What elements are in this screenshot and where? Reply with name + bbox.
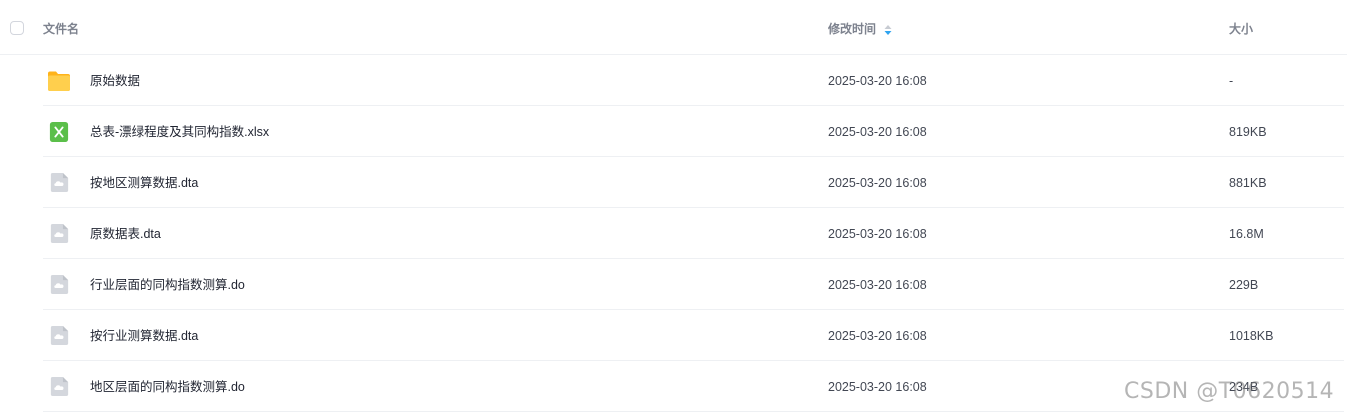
file-row[interactable]: 原始数据 2025-03-20 16:08 - [0,55,1347,106]
file-row[interactable]: 原数据表.dta 2025-03-20 16:08 16.8M [0,208,1347,259]
sort-icon[interactable] [884,24,892,36]
file-row[interactable]: 按行业测算数据.dta 2025-03-20 16:08 1018KB [0,310,1347,361]
column-header-size[interactable]: 大小 [1229,22,1253,36]
file-list-header: 文件名 修改时间 大小 [0,0,1347,55]
file-size: 1018KB [1229,329,1274,343]
file-name[interactable]: 地区层面的同构指数测算.do [90,379,245,395]
file-size: 881KB [1229,176,1267,190]
folder-icon [47,70,70,94]
file-size: 16.8M [1229,227,1264,241]
file-name[interactable]: 总表-漂绿程度及其同构指数.xlsx [90,124,269,140]
file-size: - [1229,74,1234,88]
file-modified-time: 2025-03-20 16:08 [828,380,927,394]
select-all-checkbox[interactable] [10,21,24,35]
file-modified-time: 2025-03-20 16:08 [828,329,927,343]
generic-file-icon [50,223,72,247]
generic-file-icon [50,172,72,196]
file-size: 819KB [1229,125,1267,139]
watermark: CSDN @T0620514 [1124,379,1335,404]
excel-file-icon [49,121,71,145]
file-modified-time: 2025-03-20 16:08 [828,125,927,139]
file-row[interactable]: 按地区测算数据.dta 2025-03-20 16:08 881KB [0,157,1347,208]
generic-file-icon [50,274,72,298]
file-name[interactable]: 按行业测算数据.dta [90,328,198,344]
file-name[interactable]: 原数据表.dta [90,226,161,242]
file-modified-time: 2025-03-20 16:08 [828,278,927,292]
column-header-modified-time[interactable]: 修改时间 [828,22,876,36]
row-divider [43,411,1344,412]
file-name[interactable]: 原始数据 [90,73,140,89]
file-modified-time: 2025-03-20 16:08 [828,227,927,241]
generic-file-icon [50,376,72,400]
file-row[interactable]: 总表-漂绿程度及其同构指数.xlsx 2025-03-20 16:08 819KB [0,106,1347,157]
file-size: 229B [1229,278,1259,292]
generic-file-icon [50,325,72,349]
file-modified-time: 2025-03-20 16:08 [828,74,927,88]
file-name[interactable]: 行业层面的同构指数测算.do [90,277,245,293]
file-name[interactable]: 按地区测算数据.dta [90,175,198,191]
column-header-name[interactable]: 文件名 [43,22,79,36]
file-modified-time: 2025-03-20 16:08 [828,176,927,190]
file-row[interactable]: 行业层面的同构指数测算.do 2025-03-20 16:08 229B [0,259,1347,310]
